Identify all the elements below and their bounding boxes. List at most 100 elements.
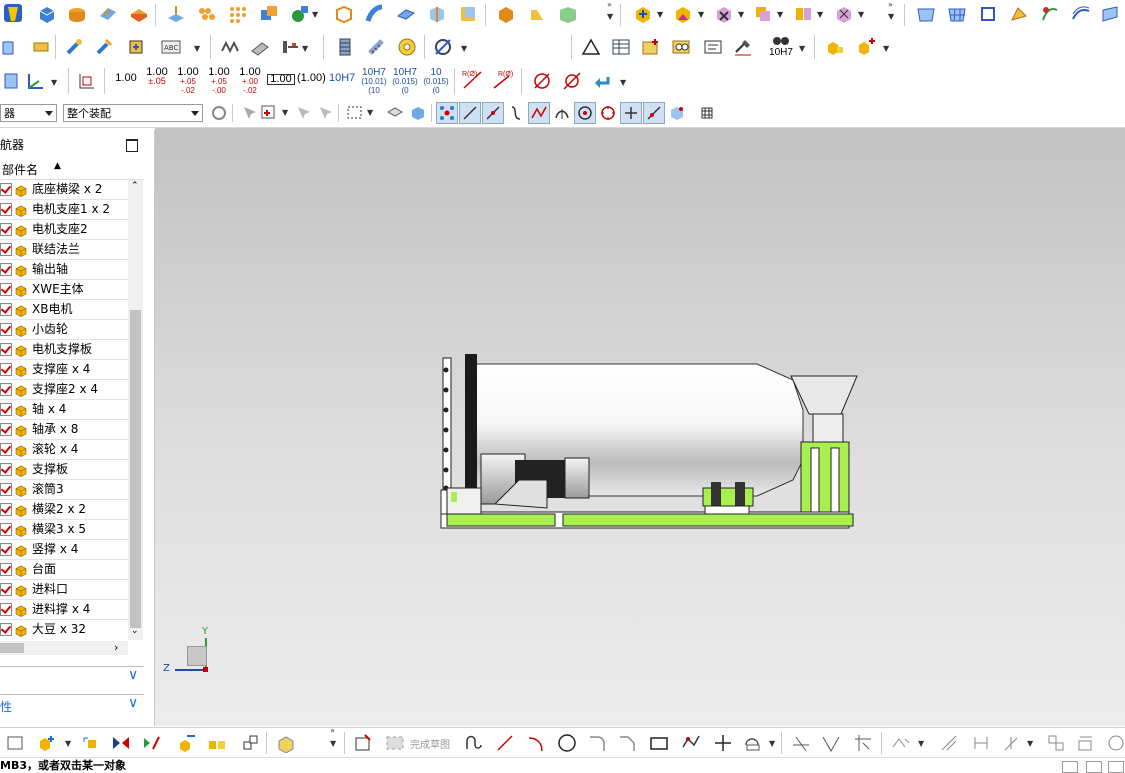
tree-horizontal-scrollbar[interactable]: ›: [0, 641, 128, 655]
tree-item[interactable]: 支撑座 x 4: [0, 359, 128, 380]
type-filter-select[interactable]: 器: [0, 104, 57, 122]
tree-item[interactable]: 联结法兰: [0, 239, 128, 260]
tree-item[interactable]: XWE主体: [0, 279, 128, 300]
datum-plane-icon[interactable]: [165, 3, 187, 25]
rectangle-icon[interactable]: [648, 732, 670, 754]
visibility-checkbox[interactable]: [0, 183, 12, 196]
visibility-checkbox[interactable]: [0, 443, 12, 456]
draft-icon[interactable]: [457, 3, 479, 25]
add-component-icon[interactable]: [36, 732, 58, 754]
cylinder-icon[interactable]: [66, 3, 88, 25]
tree-item[interactable]: 轴 x 4: [0, 399, 128, 420]
visibility-checkbox[interactable]: [0, 323, 12, 336]
assembly-add-icon[interactable]: [632, 3, 654, 25]
visibility-checkbox[interactable]: [0, 603, 12, 616]
move-component-icon[interactable]: [80, 732, 102, 754]
array-icon[interactable]: [227, 3, 249, 25]
visibility-checkbox[interactable]: [0, 303, 12, 316]
quick-extend-icon[interactable]: [820, 732, 842, 754]
visibility-checkbox[interactable]: [0, 483, 12, 496]
shell-icon[interactable]: [333, 3, 355, 25]
visibility-checkbox[interactable]: [0, 383, 12, 396]
thread-icon[interactable]: [334, 36, 356, 58]
dependencies-panel[interactable]: ∨: [0, 666, 144, 689]
snap-existing-point-icon[interactable]: [620, 102, 642, 124]
snap-endpoint-icon[interactable]: [459, 102, 481, 124]
coordinate-system-icon[interactable]: [24, 70, 46, 92]
graphics-viewport[interactable]: Y Z: [155, 128, 1125, 726]
tree-item[interactable]: 电机支撑板: [0, 339, 128, 360]
bounded-plane-icon[interactable]: [977, 3, 999, 25]
snap-on-surface-icon[interactable]: [666, 102, 688, 124]
snap-midpoint-icon[interactable]: [482, 102, 504, 124]
tree-item[interactable]: 轴承 x 8: [0, 419, 128, 440]
select-component-icon[interactable]: [292, 102, 314, 124]
sheet-icon[interactable]: [395, 3, 417, 25]
flange-icon[interactable]: [526, 3, 548, 25]
tree-item[interactable]: 小齿轮: [0, 319, 128, 340]
tree-item[interactable]: 大豆 x 32: [0, 619, 128, 639]
tree-item[interactable]: 电机支座1 x 2: [0, 199, 128, 220]
studio-surface-icon[interactable]: [1008, 3, 1030, 25]
visibility-checkbox[interactable]: [0, 263, 12, 276]
weld-icon[interactable]: [732, 36, 754, 58]
scroll-down-arrow[interactable]: ⌄: [131, 626, 139, 636]
snap-intersection-icon[interactable]: [528, 102, 550, 124]
label-icon[interactable]: [30, 36, 52, 58]
tree-item[interactable]: 进料撑 x 4: [0, 599, 128, 620]
tree-item[interactable]: 滚轮 x 4: [0, 439, 128, 460]
assembly-group-icon[interactable]: [206, 732, 228, 754]
mesh-surface-icon[interactable]: [946, 3, 968, 25]
fillet-icon[interactable]: [586, 732, 608, 754]
tree-item[interactable]: 横梁3 x 5: [0, 519, 128, 540]
visibility-checkbox[interactable]: [0, 583, 12, 596]
undo-arrow-icon[interactable]: [591, 70, 613, 92]
mirror-curve-icon[interactable]: [890, 732, 912, 754]
select-bodies-icon[interactable]: [407, 102, 429, 124]
dimension-frame-icon[interactable]: [76, 70, 98, 92]
surface-patch-icon[interactable]: [915, 3, 937, 25]
fit-10h7-dev-button[interactable]: 10H7 (0.015) (0: [391, 68, 419, 96]
bolt-icon[interactable]: [63, 36, 85, 58]
visibility-checkbox[interactable]: [0, 563, 12, 576]
expand-chevron-icon[interactable]: ∨: [128, 667, 138, 683]
extrude-icon[interactable]: [97, 3, 119, 25]
visibility-checkbox[interactable]: [0, 343, 12, 356]
arc-icon[interactable]: [525, 732, 547, 754]
tolerance-basic-button[interactable]: 1.00: [114, 73, 138, 84]
grid-stack-icon[interactable]: [0, 70, 22, 92]
filter-settings-icon[interactable]: [208, 102, 230, 124]
properties-panel[interactable]: 性 ∨: [0, 694, 144, 717]
swept-surface-icon[interactable]: [1039, 3, 1061, 25]
rapid-dimension-icon[interactable]: [970, 732, 992, 754]
tree-item[interactable]: 支撑座2 x 4: [0, 379, 128, 400]
sweep-icon[interactable]: [364, 3, 386, 25]
wave-link-icon[interactable]: [275, 732, 297, 754]
snap-quadrant-icon[interactable]: [597, 102, 619, 124]
visibility-checkbox[interactable]: [0, 223, 12, 236]
select-edges-icon[interactable]: [384, 102, 406, 124]
tolerance-unilateral-button-3[interactable]: 1.00 +.00 -.02: [237, 67, 263, 96]
show-constraints-icon[interactable]: [1000, 732, 1022, 754]
select-face-icon[interactable]: [314, 102, 336, 124]
tree-item[interactable]: XB电机: [0, 299, 128, 320]
revolve-icon[interactable]: [128, 3, 150, 25]
visibility-checkbox[interactable]: [0, 203, 12, 216]
snap-arc-center-icon[interactable]: [551, 102, 573, 124]
finish-sketch-label[interactable]: 完成草图: [410, 736, 450, 751]
snap-on-curve-icon[interactable]: [643, 102, 665, 124]
constraint-icon[interactable]: [140, 732, 162, 754]
visibility-checkbox[interactable]: [0, 543, 12, 556]
hole-icon[interactable]: [279, 36, 301, 58]
assembly-sequence-icon[interactable]: [240, 732, 262, 754]
diameter-icon[interactable]: [531, 70, 553, 92]
block-icon[interactable]: [36, 3, 58, 25]
geometric-constraint-icon[interactable]: [938, 732, 960, 754]
assembly-copy-icon[interactable]: [752, 3, 774, 25]
abc-block-icon[interactable]: ABC: [160, 36, 182, 58]
auto-dimension-icon[interactable]: [1075, 732, 1097, 754]
stack-icon[interactable]: [0, 36, 22, 58]
stock-add-icon[interactable]: [855, 36, 877, 58]
fit-tolerance-button[interactable]: 10H7: [766, 36, 796, 58]
solid-block-icon[interactable]: [495, 3, 517, 25]
